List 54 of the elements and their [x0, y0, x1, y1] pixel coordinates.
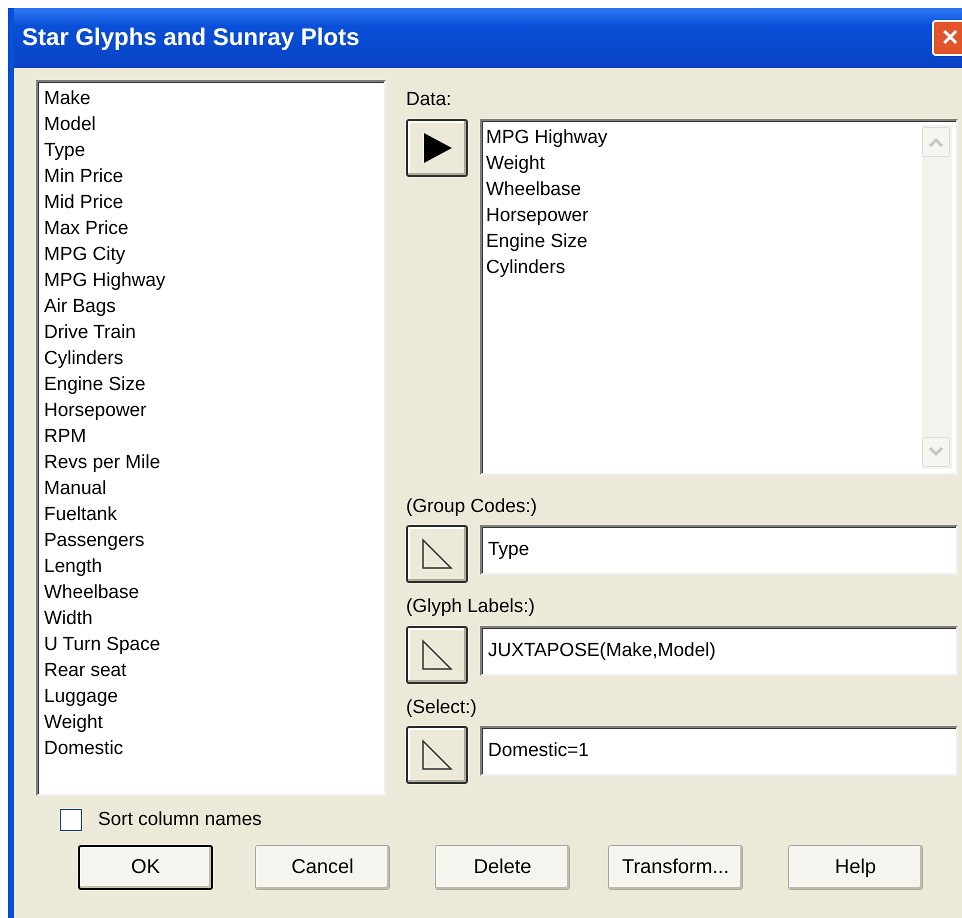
list-item[interactable]: Domestic	[44, 736, 378, 762]
list-item[interactable]: U Turn Space	[44, 632, 378, 658]
field-label: (Glyph Labels:)	[406, 595, 536, 619]
list-item[interactable]: Max Price	[44, 216, 378, 242]
window-title: Star Glyphs and Sunray Plots	[22, 23, 360, 53]
list-item[interactable]: Model	[44, 112, 378, 138]
list-item[interactable]: Make	[44, 86, 378, 112]
list-item[interactable]: Cylinders	[486, 254, 608, 280]
list-item[interactable]: Fueltank	[44, 502, 378, 528]
list-item[interactable]: Weight	[44, 710, 378, 736]
list-item[interactable]: Horsepower	[44, 398, 378, 424]
list-item[interactable]: Drive Train	[44, 320, 378, 346]
list-item[interactable]: Passengers	[44, 528, 378, 554]
triangle-icon	[420, 738, 454, 772]
text-field[interactable]: JUXTAPOSE(Make,Model)	[480, 626, 958, 676]
list-item[interactable]: Width	[44, 606, 378, 632]
text-field[interactable]: Type	[480, 525, 958, 575]
triangle-icon	[420, 638, 454, 672]
list-item[interactable]: Wheelbase	[486, 176, 608, 202]
list-item[interactable]: Revs per Mile	[44, 450, 378, 476]
list-item[interactable]: Min Price	[44, 164, 378, 190]
list-item[interactable]: Manual	[44, 476, 378, 502]
field-label: (Select:)	[406, 696, 478, 720]
close-button[interactable]: ✕	[932, 20, 962, 56]
dialog-button[interactable]: Delete	[435, 844, 570, 890]
list-item[interactable]: RPM	[44, 424, 378, 450]
list-item[interactable]: Horsepower	[486, 202, 608, 228]
list-item[interactable]: Luggage	[44, 684, 378, 710]
field-label: Data:	[406, 88, 452, 112]
list-item[interactable]: Air Bags	[44, 294, 378, 320]
sort-checkbox[interactable]	[60, 809, 82, 832]
list-item[interactable]: MPG Highway	[44, 268, 378, 294]
list-item[interactable]: MPG Highway	[486, 124, 608, 150]
list-item[interactable]: MPG City	[44, 242, 378, 268]
list-item[interactable]: Cylinders	[44, 346, 378, 372]
text-field[interactable]: Domestic=1	[480, 726, 958, 776]
dialog-button[interactable]: Transform...	[608, 844, 743, 890]
checkbox-label: Sort column names	[98, 808, 262, 832]
field-label: (Group Codes:)	[406, 494, 538, 518]
data-list[interactable]: MPG Highway Weight Wheelbase Horsepower Engine Size Cylinders	[480, 118, 958, 474]
list-item[interactable]: Engine Size	[44, 372, 378, 398]
triangle-icon	[420, 537, 454, 571]
list-item[interactable]: Length	[44, 554, 378, 580]
dialog-button[interactable]: Help	[788, 844, 923, 890]
arrow-button[interactable]	[406, 118, 468, 176]
list-item[interactable]: Weight	[486, 150, 608, 176]
column-list[interactable]	[36, 80, 386, 796]
dialog-button[interactable]: Cancel	[255, 844, 390, 890]
list-item[interactable]: Mid Price	[44, 190, 378, 216]
list-item[interactable]: Engine Size	[486, 228, 608, 254]
list-item[interactable]: Wheelbase	[44, 580, 378, 606]
list-item[interactable]: Rear seat	[44, 658, 378, 684]
list-item[interactable]: Type	[44, 138, 378, 164]
dialog-button[interactable]: OK	[78, 844, 213, 890]
